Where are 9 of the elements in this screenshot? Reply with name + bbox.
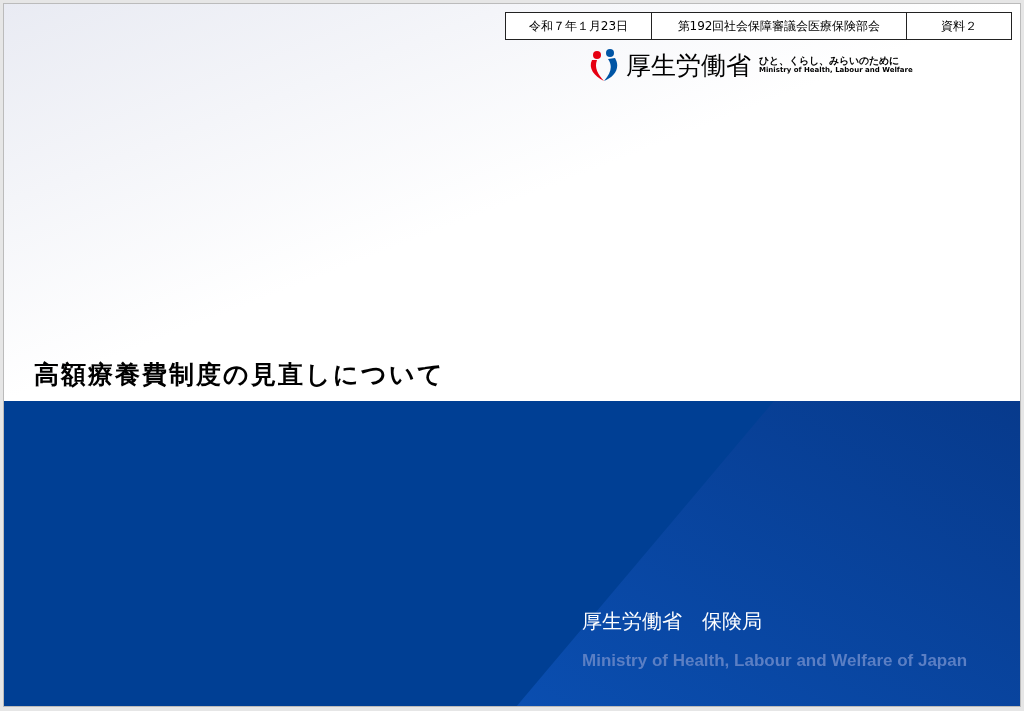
ministry-english-name: Ministry of Health, Labour and Welfare of Japan (582, 650, 969, 672)
logo-name: 厚生労働省 (626, 52, 751, 78)
header-cell: 第192回社会保障審議会医療保険部会 (651, 13, 906, 39)
header-cell-text: 令和７年１月23日 (527, 18, 630, 35)
slide-title: 高額療養費制度の見直しについて (34, 359, 445, 389)
organization-name: 厚生労働省 保険局 (582, 608, 763, 635)
logo-tagline: ひと、くらし、みらいのために (759, 55, 900, 66)
people-heart-logo-icon (588, 48, 620, 82)
header-cell: 資料２ (906, 13, 1011, 39)
